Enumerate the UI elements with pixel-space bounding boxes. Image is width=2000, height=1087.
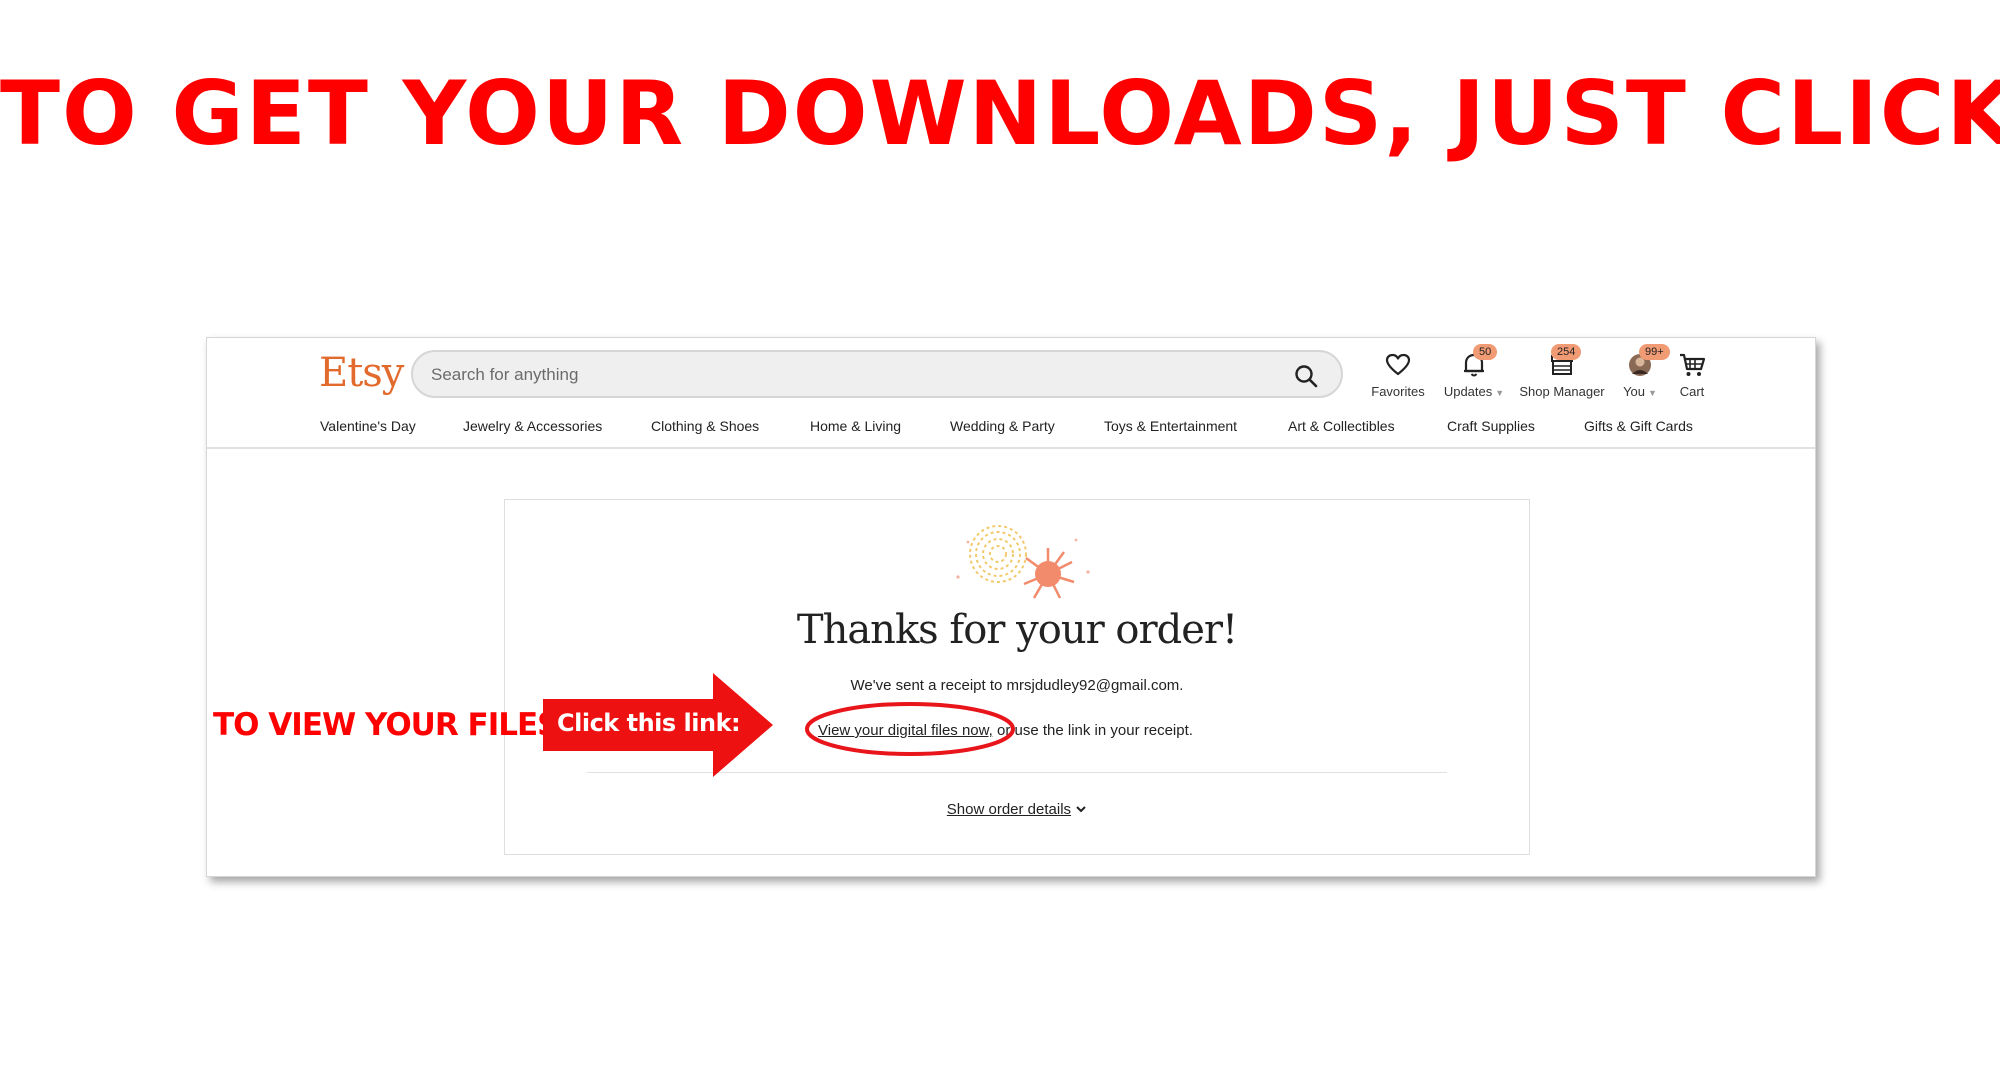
- favorites-label: Favorites: [1371, 384, 1425, 399]
- shop-manager-badge: 254: [1551, 344, 1582, 360]
- search-icon[interactable]: [1293, 363, 1319, 394]
- category-jewelry-accessories[interactable]: Jewelry & Accessories: [463, 418, 602, 434]
- fireworks-icon: [956, 525, 1090, 599]
- category-gifts-gift-cards[interactable]: Gifts & Gift Cards: [1584, 418, 1693, 434]
- files-suffix-text: or use the link in your receipt.: [997, 722, 1193, 739]
- chevron-down-icon: [1075, 801, 1087, 818]
- chevron-down-icon: ▼: [1648, 388, 1657, 398]
- show-order-details-button[interactable]: Show order details: [505, 801, 1529, 818]
- chevron-down-icon: ▼: [1495, 388, 1505, 398]
- updates-label: Updates: [1443, 384, 1493, 399]
- cart-icon: [1678, 352, 1706, 383]
- category-nav: Valentine's Day Jewelry & Accessories Cl…: [207, 418, 1815, 438]
- etsy-logo[interactable]: Etsy: [319, 350, 404, 396]
- favorites-button[interactable]: Favorites: [1367, 352, 1429, 399]
- arrow-annotation: Click this link:: [543, 673, 773, 777]
- cart-button[interactable]: Cart: [1667, 352, 1717, 399]
- shop-manager-button[interactable]: 254 Shop Manager: [1517, 344, 1607, 399]
- category-art-collectibles[interactable]: Art & Collectibles: [1288, 418, 1395, 434]
- category-wedding-party[interactable]: Wedding & Party: [950, 418, 1055, 434]
- site-header: Etsy Favorites 50 Updat: [207, 338, 1815, 449]
- shop-manager-label: Shop Manager: [1519, 384, 1605, 399]
- updates-button[interactable]: 50 Updates ▼: [1439, 344, 1509, 399]
- view-files-annotation: TO VIEW YOUR FILES: [213, 707, 559, 743]
- cart-label: Cart: [1679, 384, 1705, 399]
- highlight-circle: [805, 702, 1015, 756]
- etsy-screenshot: Etsy Favorites 50 Updat: [206, 337, 1816, 877]
- instruction-headline: TO GET YOUR DOWNLOADS, JUST CLICK:: [0, 62, 2000, 165]
- category-clothing-shoes[interactable]: Clothing & Shoes: [651, 418, 759, 434]
- category-craft-supplies[interactable]: Craft Supplies: [1447, 418, 1535, 434]
- category-valentines-day[interactable]: Valentine's Day: [320, 418, 416, 434]
- search-input[interactable]: [429, 352, 1293, 398]
- you-label: You: [1623, 384, 1645, 399]
- you-badge: 99+: [1639, 344, 1670, 360]
- category-home-living[interactable]: Home & Living: [810, 418, 901, 434]
- category-toys-entertainment[interactable]: Toys & Entertainment: [1104, 418, 1237, 434]
- show-order-details-label: Show order details: [946, 801, 1072, 818]
- updates-badge: 50: [1473, 344, 1498, 360]
- search-bar: [411, 350, 1343, 398]
- arrow-label: Click this link:: [557, 709, 741, 737]
- order-title: Thanks for your order!: [796, 607, 1238, 653]
- you-button[interactable]: 99+ You ▼: [1615, 344, 1670, 399]
- heart-icon: [1385, 353, 1411, 382]
